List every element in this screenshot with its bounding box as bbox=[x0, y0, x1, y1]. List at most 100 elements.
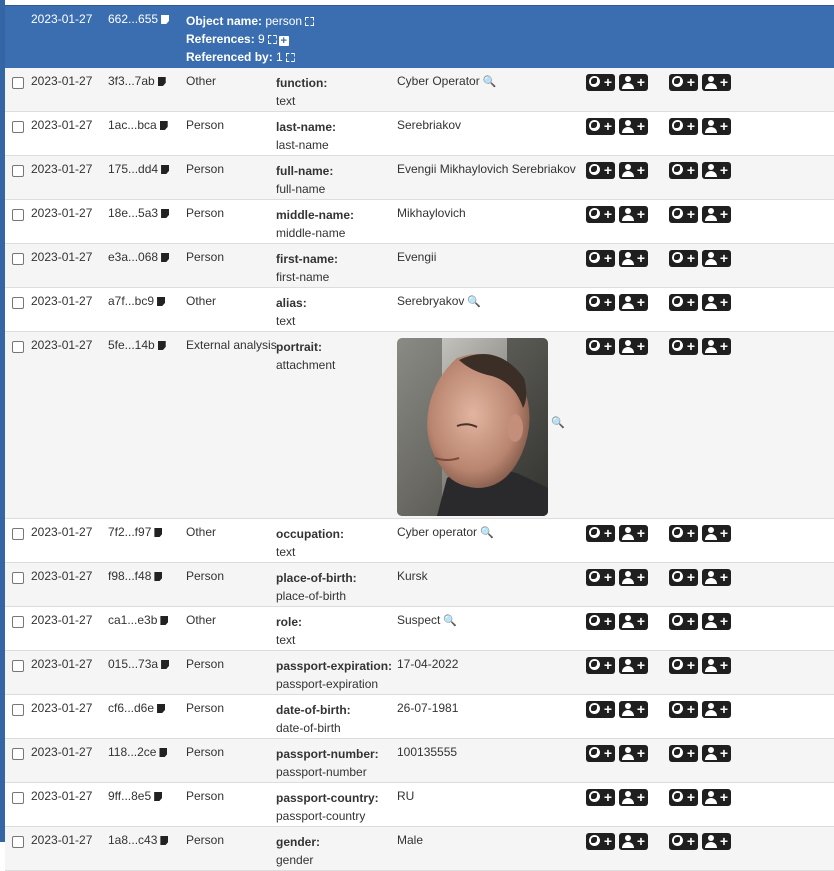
add-to-galaxy-button[interactable]: + bbox=[669, 789, 698, 806]
add-to-galaxy-button[interactable]: + bbox=[669, 250, 698, 267]
row-select-checkbox[interactable] bbox=[12, 165, 24, 177]
add-to-galaxy-button[interactable]: + bbox=[669, 613, 698, 630]
row-select-checkbox[interactable] bbox=[12, 341, 24, 353]
add-sighting-button[interactable]: + bbox=[702, 118, 731, 135]
add-sighting-button[interactable]: + bbox=[702, 250, 731, 267]
add-to-galaxy-button[interactable]: + bbox=[586, 701, 615, 718]
row-select-checkbox[interactable] bbox=[12, 209, 24, 221]
add-sighting-button[interactable]: + bbox=[619, 162, 648, 179]
expand-icon[interactable] bbox=[285, 53, 295, 62]
row-id[interactable]: f98...f48 bbox=[108, 569, 163, 583]
add-sighting-button[interactable]: + bbox=[619, 525, 648, 542]
add-to-galaxy-button[interactable]: + bbox=[669, 206, 698, 223]
add-to-galaxy-button[interactable]: + bbox=[669, 657, 698, 674]
header-id[interactable]: 662...655 bbox=[108, 12, 170, 26]
magnify-icon[interactable]: 🔍 bbox=[483, 75, 497, 88]
add-to-galaxy-button[interactable]: + bbox=[669, 118, 698, 135]
add-sighting-button[interactable]: + bbox=[619, 338, 648, 355]
row-select-checkbox[interactable] bbox=[12, 528, 24, 540]
add-sighting-button[interactable]: + bbox=[619, 657, 648, 674]
add-to-galaxy-button[interactable]: + bbox=[586, 206, 615, 223]
add-sighting-button[interactable]: + bbox=[702, 206, 731, 223]
add-sighting-button[interactable]: + bbox=[619, 569, 648, 586]
note-icon[interactable] bbox=[157, 341, 166, 350]
add-sighting-button[interactable]: + bbox=[702, 657, 731, 674]
add-sighting-button[interactable]: + bbox=[619, 789, 648, 806]
note-icon[interactable] bbox=[159, 748, 168, 757]
add-sighting-button[interactable]: + bbox=[702, 745, 731, 762]
row-id[interactable]: 118...2ce bbox=[108, 745, 168, 759]
add-to-galaxy-button[interactable]: + bbox=[586, 338, 615, 355]
add-to-galaxy-button[interactable]: + bbox=[586, 569, 615, 586]
row-id[interactable]: 1a8...c43 bbox=[108, 833, 169, 847]
note-icon[interactable] bbox=[154, 572, 163, 581]
expand-icon[interactable] bbox=[267, 35, 277, 44]
add-sighting-button[interactable]: + bbox=[702, 525, 731, 542]
note-icon[interactable] bbox=[161, 165, 170, 174]
row-select-checkbox[interactable] bbox=[12, 792, 24, 804]
add-sighting-button[interactable]: + bbox=[702, 338, 731, 355]
row-id[interactable]: ca1...e3b bbox=[108, 613, 169, 627]
add-to-galaxy-button[interactable]: + bbox=[586, 294, 615, 311]
add-sighting-button[interactable]: + bbox=[619, 74, 648, 91]
add-sighting-button[interactable]: + bbox=[619, 294, 648, 311]
note-icon[interactable] bbox=[157, 77, 166, 86]
row-id[interactable]: e3a...068 bbox=[108, 250, 170, 264]
add-sighting-button[interactable]: + bbox=[619, 118, 648, 135]
add-to-galaxy-button[interactable]: + bbox=[669, 294, 698, 311]
note-icon[interactable] bbox=[159, 121, 168, 130]
row-select-checkbox[interactable] bbox=[12, 572, 24, 584]
add-sighting-button[interactable]: + bbox=[619, 745, 648, 762]
add-reference-icon[interactable]: + bbox=[278, 36, 289, 47]
note-icon[interactable] bbox=[157, 704, 166, 713]
magnify-icon[interactable]: 🔍 bbox=[443, 614, 457, 627]
row-id[interactable]: 7f2...f97 bbox=[108, 525, 163, 539]
row-select-checkbox[interactable] bbox=[12, 748, 24, 760]
add-to-galaxy-button[interactable]: + bbox=[669, 569, 698, 586]
note-icon[interactable] bbox=[157, 297, 166, 306]
add-to-galaxy-button[interactable]: + bbox=[669, 338, 698, 355]
add-to-galaxy-button[interactable]: + bbox=[586, 162, 615, 179]
row-id[interactable]: 18e...5a3 bbox=[108, 206, 170, 220]
add-to-galaxy-button[interactable]: + bbox=[669, 162, 698, 179]
add-sighting-button[interactable]: + bbox=[702, 701, 731, 718]
row-id[interactable]: 3f3...7ab bbox=[108, 74, 166, 88]
portrait-image[interactable] bbox=[397, 338, 548, 516]
add-sighting-button[interactable]: + bbox=[702, 162, 731, 179]
magnify-icon[interactable]: 🔍 bbox=[551, 416, 565, 429]
add-to-galaxy-button[interactable]: + bbox=[586, 74, 615, 91]
row-id[interactable]: a7f...bc9 bbox=[108, 294, 166, 308]
add-sighting-button[interactable]: + bbox=[702, 294, 731, 311]
expand-icon[interactable] bbox=[305, 17, 315, 26]
add-to-galaxy-button[interactable]: + bbox=[586, 657, 615, 674]
row-select-checkbox[interactable] bbox=[12, 704, 24, 716]
add-to-galaxy-button[interactable]: + bbox=[586, 525, 615, 542]
row-id[interactable]: 9ff...8e5 bbox=[108, 789, 163, 803]
add-sighting-button[interactable]: + bbox=[702, 613, 731, 630]
note-icon[interactable] bbox=[161, 15, 170, 24]
note-icon[interactable] bbox=[160, 836, 169, 845]
add-sighting-button[interactable]: + bbox=[619, 701, 648, 718]
add-to-galaxy-button[interactable]: + bbox=[586, 118, 615, 135]
add-to-galaxy-button[interactable]: + bbox=[586, 250, 615, 267]
add-to-galaxy-button[interactable]: + bbox=[669, 74, 698, 91]
add-sighting-button[interactable]: + bbox=[702, 74, 731, 91]
row-select-checkbox[interactable] bbox=[12, 253, 24, 265]
magnify-icon[interactable]: 🔍 bbox=[480, 526, 494, 539]
row-select-checkbox[interactable] bbox=[12, 77, 24, 89]
add-sighting-button[interactable]: + bbox=[702, 569, 731, 586]
note-icon[interactable] bbox=[160, 616, 169, 625]
row-select-checkbox[interactable] bbox=[12, 616, 24, 628]
add-to-galaxy-button[interactable]: + bbox=[586, 789, 615, 806]
note-icon[interactable] bbox=[161, 209, 170, 218]
add-to-galaxy-button[interactable]: + bbox=[669, 525, 698, 542]
row-select-checkbox[interactable] bbox=[12, 836, 24, 848]
row-id[interactable]: cf6...d6e bbox=[108, 701, 166, 715]
row-select-checkbox[interactable] bbox=[12, 121, 24, 133]
add-to-galaxy-button[interactable]: + bbox=[586, 613, 615, 630]
add-to-galaxy-button[interactable]: + bbox=[669, 701, 698, 718]
magnify-icon[interactable]: 🔍 bbox=[467, 295, 481, 308]
row-id[interactable]: 175...dd4 bbox=[108, 162, 170, 176]
row-id[interactable]: 1ac...bca bbox=[108, 118, 168, 132]
add-sighting-button[interactable]: + bbox=[619, 206, 648, 223]
